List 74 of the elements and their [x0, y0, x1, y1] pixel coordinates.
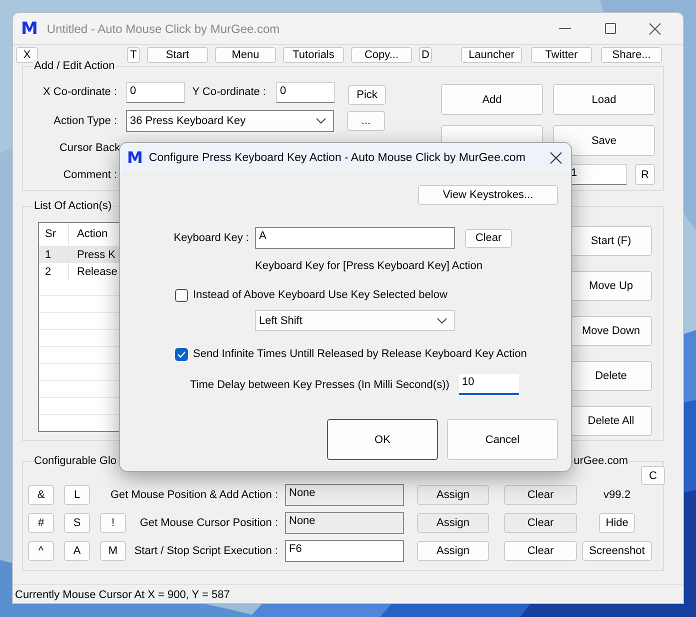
list-button[interactable]: Move Down [570, 316, 652, 346]
column-header: Action [76, 228, 108, 240]
toolbar-button[interactable]: Copy... [351, 47, 412, 63]
tool-button[interactable]: Screenshot [582, 541, 652, 561]
hotkey-button[interactable]: M [100, 541, 126, 561]
toolbar-button[interactable]: Tutorials [283, 47, 344, 63]
hotkey-button[interactable]: ^ [28, 541, 54, 561]
checkbox[interactable] [175, 288, 188, 302]
hotkey-label: Start / Stop Script Execution : [133, 545, 279, 557]
toolbar-button[interactable]: Share... [601, 47, 662, 63]
dialog-title: Configure Press Keyboard Key Action - Auto Mouse Click by MurGee.com [148, 152, 526, 164]
chevron-down-icon [437, 318, 447, 324]
version-text: v99.2 [604, 489, 630, 501]
close-icon[interactable] [550, 152, 562, 164]
group-title: Configurable Glo [33, 454, 118, 468]
action-button[interactable]: Save [553, 125, 655, 156]
field-label: Keyboard Key : [172, 232, 249, 244]
view-keystrokes-button[interactable]: View Keystrokes... [418, 185, 558, 205]
field-label: Action Type : [52, 115, 117, 127]
toolbar-button[interactable]: Menu [215, 47, 276, 63]
table-cell-text: Press K [76, 248, 116, 260]
toolbar-button[interactable]: Twitter [531, 47, 592, 63]
toolbar-button[interactable]: D [419, 47, 432, 63]
status-bar: Currently Mouse Cursor At X = 900, Y = 587 [13, 584, 683, 603]
dialog-button[interactable]: OK [327, 419, 438, 460]
delay-field[interactable]: 10 [459, 374, 519, 395]
hotkey-field[interactable]: F6 [285, 540, 404, 562]
app-logo: M [127, 148, 143, 167]
maximize-icon[interactable] [605, 23, 616, 34]
dialog-button[interactable]: Cancel [447, 419, 558, 460]
checkbox[interactable] [175, 348, 188, 360]
field-label: X Co-ordinate : [42, 86, 117, 98]
pick-button[interactable]: Pick [348, 84, 386, 104]
table-cell-text: Release [76, 266, 118, 278]
y-coordinate-field[interactable]: 0 [276, 82, 335, 102]
keyboard-key-field[interactable]: A [255, 227, 455, 249]
close-icon[interactable] [649, 23, 661, 35]
hint-text: Keyboard Key for [Press Keyboard Key] Action [254, 259, 484, 274]
chevron-down-icon [316, 118, 326, 124]
field-label: Y Co-ordinate : [191, 86, 266, 98]
infinite-checkbox[interactable]: Send Infinite Times Untill Released by Release Keyboard Key Action [120, 345, 571, 363]
reset-button[interactable]: R [635, 164, 655, 185]
x-coordinate-field[interactable]: 0 [126, 82, 185, 102]
use-selected-checkbox[interactable]: Instead of Above Keyboard Use Key Selected below [120, 286, 571, 304]
hotkey-label: Get Mouse Position & Add Action : [109, 489, 279, 501]
list-button[interactable]: Delete [570, 361, 652, 391]
clear-button[interactable]: Clear [504, 541, 577, 561]
clear-button[interactable]: Clear [465, 228, 512, 248]
toolbar-button[interactable]: Start [147, 47, 208, 63]
list-button[interactable]: Delete All [570, 406, 652, 436]
field-label: Comment : [62, 169, 117, 181]
hotkey-button[interactable]: A [64, 541, 90, 561]
hotkey-label: Get Mouse Cursor Position : [138, 517, 279, 529]
assign-button[interactable]: Assign [417, 541, 489, 561]
minimize-icon[interactable] [559, 28, 571, 30]
more-button[interactable]: ... [347, 111, 385, 131]
toolbar-button[interactable]: Launcher [461, 47, 522, 63]
action-type-dropdown[interactable]: 36 Press Keyboard Key [126, 110, 334, 132]
column-header: Sr [39, 223, 69, 245]
window-title: Untitled - Auto Mouse Click by MurGee.com [46, 22, 280, 36]
key-dropdown[interactable]: Left Shift [255, 310, 455, 331]
group-title: List Of Action(s) [33, 199, 113, 213]
list-button[interactable]: Move Up [570, 271, 652, 301]
toolbar-button[interactable]: T [127, 47, 140, 63]
action-button[interactable]: Add [441, 84, 543, 115]
list-button[interactable]: Start (F) [570, 226, 652, 256]
action-button[interactable]: Load [553, 84, 655, 115]
field-label: Cursor Back [58, 142, 120, 154]
app-logo: M [21, 18, 38, 38]
close-key-button[interactable]: X [16, 47, 38, 63]
corner-button[interactable]: C [641, 466, 665, 485]
field-label: Time Delay between Key Presses (In Milli Second(s)) [190, 378, 450, 390]
checkmark-icon [177, 350, 186, 358]
table-cell: 2 [39, 263, 69, 280]
